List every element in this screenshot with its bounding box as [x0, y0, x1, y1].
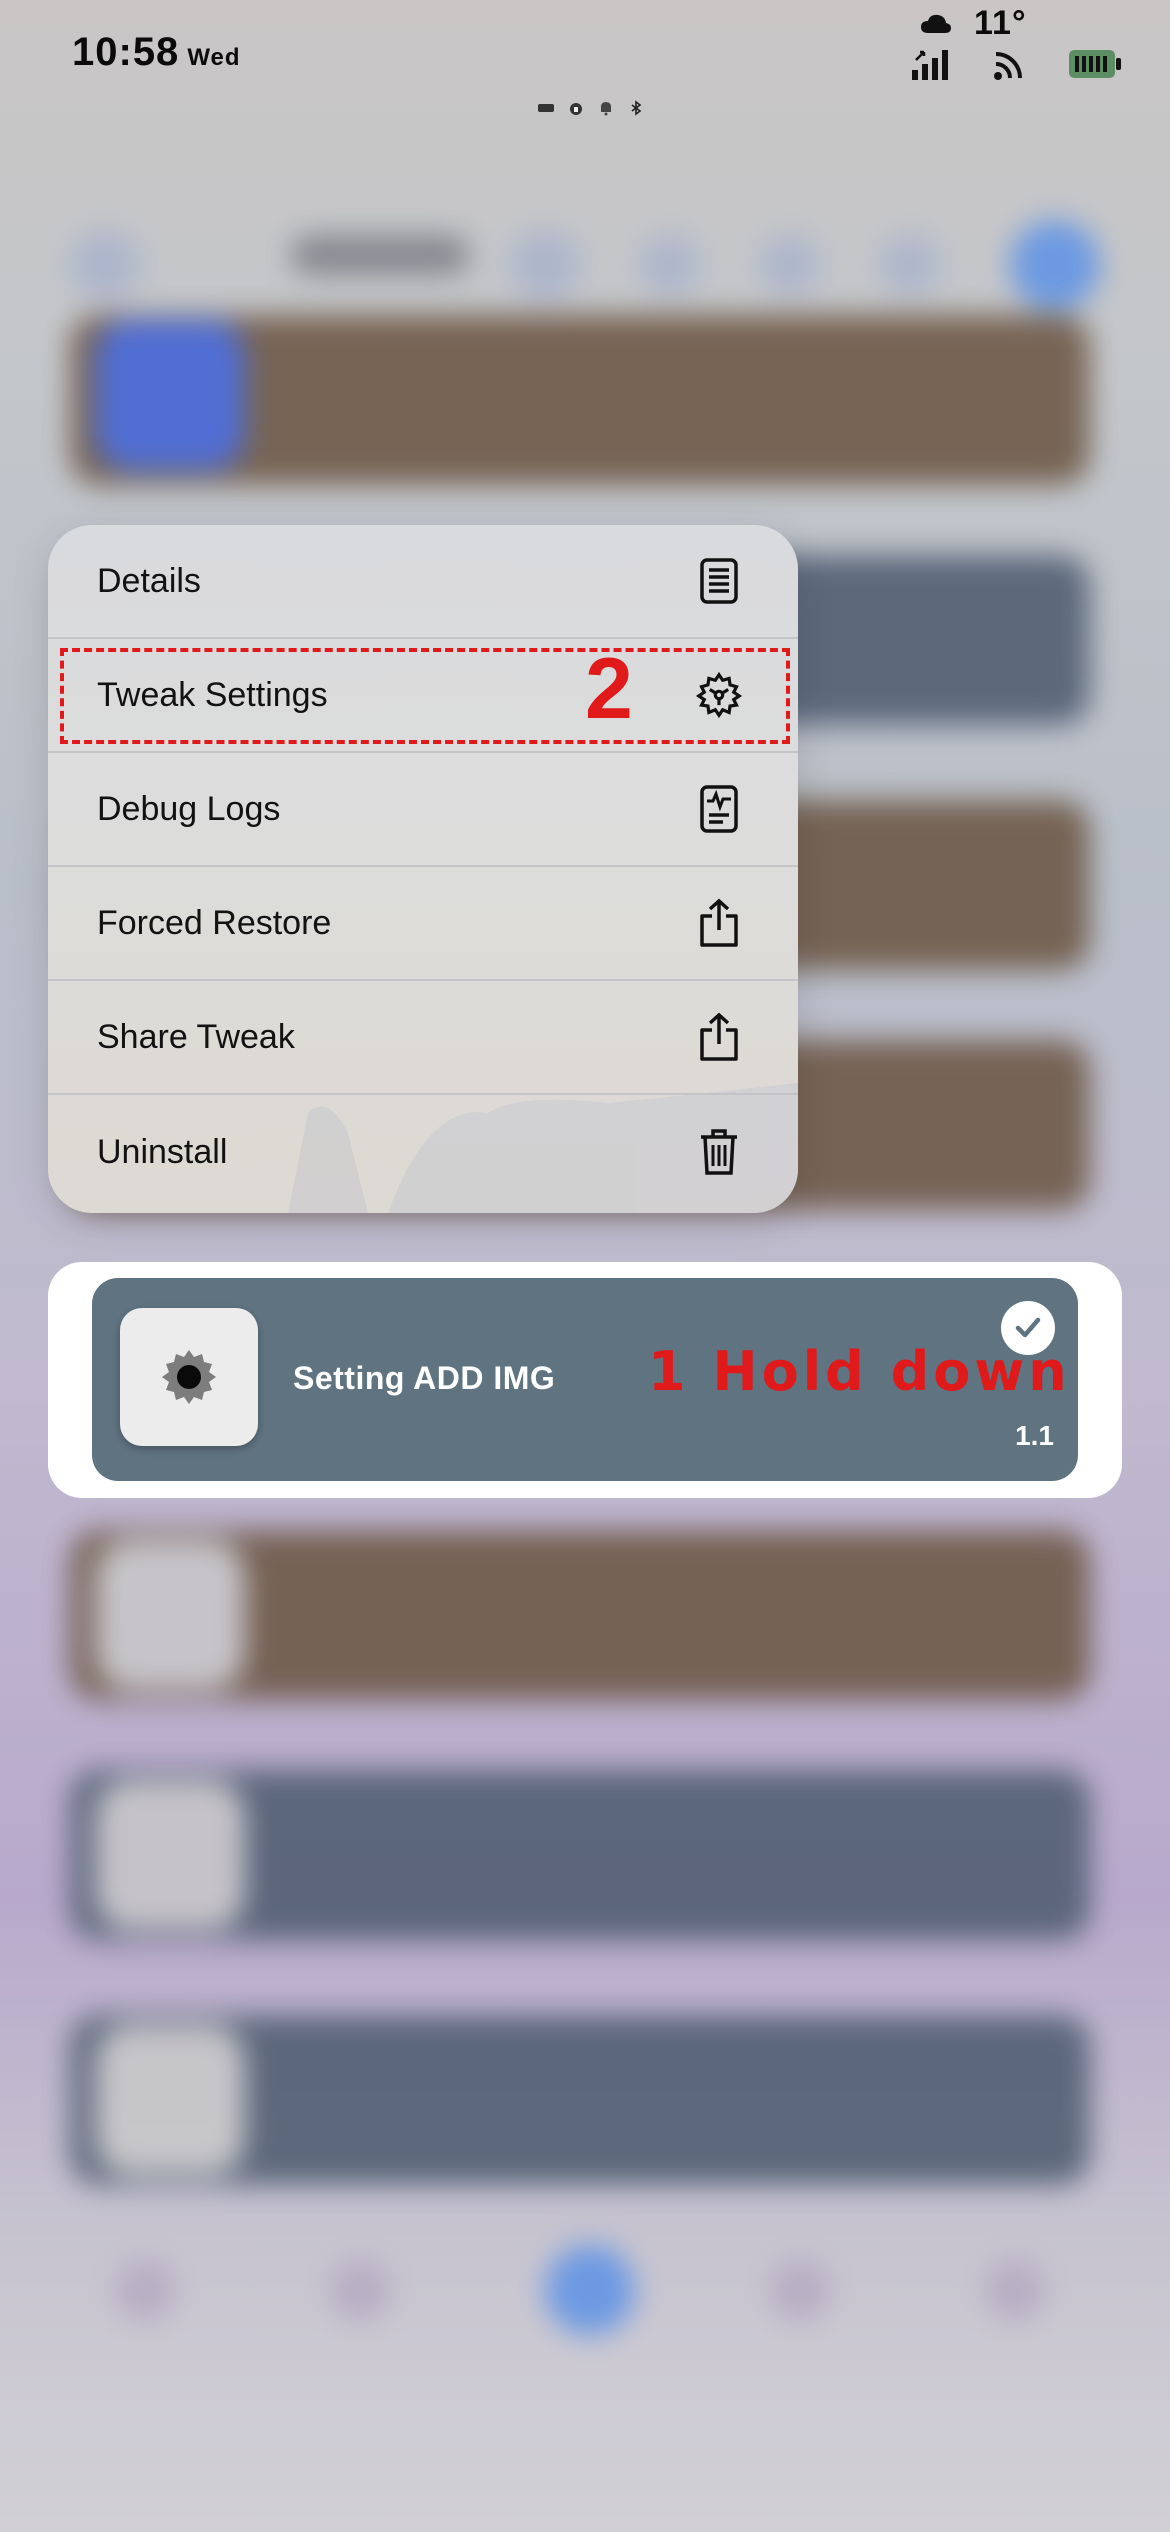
share-icon	[696, 896, 742, 950]
menu-item-label: Details	[97, 561, 201, 600]
tweak-app-icon	[120, 1308, 258, 1446]
bell-icon	[601, 102, 611, 116]
status-mini-icons	[538, 100, 644, 116]
temperature: 11°	[974, 4, 1027, 42]
menu-item-details[interactable]: Details	[48, 525, 798, 639]
wifi-icon	[994, 52, 1022, 80]
document-icon	[696, 554, 742, 608]
menu-item-label: Forced Restore	[97, 903, 332, 942]
vpn-icon	[538, 104, 554, 112]
tweak-title: Setting ADD IMG	[293, 1360, 556, 1396]
status-icons	[910, 46, 1122, 82]
bluetooth-icon	[631, 100, 642, 116]
trash-icon	[696, 1125, 742, 1179]
context-menu: Details Tweak Settings Debug Logs Forced…	[48, 525, 798, 1213]
status-time: 10:58 Wed	[72, 30, 241, 75]
menu-item-forced-restore[interactable]: Forced Restore	[48, 867, 798, 981]
menu-item-uninstall[interactable]: Uninstall	[48, 1095, 798, 1209]
signal-icon	[912, 50, 948, 80]
log-file-icon	[696, 782, 742, 836]
clock-time: 10:58	[72, 30, 180, 74]
menu-item-label: Debug Logs	[97, 789, 281, 828]
step-1-annotation: 1 Hold down	[648, 1340, 1071, 1403]
menu-item-debug-logs[interactable]: Debug Logs	[48, 753, 798, 867]
share-icon	[696, 1010, 742, 1064]
menu-item-label: Share Tweak	[97, 1017, 295, 1056]
step-2-annotation: 2	[585, 641, 633, 737]
tweak-settings-highlight	[60, 648, 790, 744]
lock-icon	[570, 103, 582, 115]
menu-item-label: Uninstall	[97, 1132, 228, 1171]
battery-icon	[1069, 50, 1121, 78]
menu-item-share-tweak[interactable]: Share Tweak	[48, 981, 798, 1095]
clock-day: Wed	[187, 44, 241, 71]
tweak-version: 1.1	[1015, 1420, 1054, 1451]
weather-indicator: 11°	[920, 4, 1027, 43]
cloud-icon	[921, 14, 951, 33]
settings-gear-icon	[162, 1350, 216, 1404]
